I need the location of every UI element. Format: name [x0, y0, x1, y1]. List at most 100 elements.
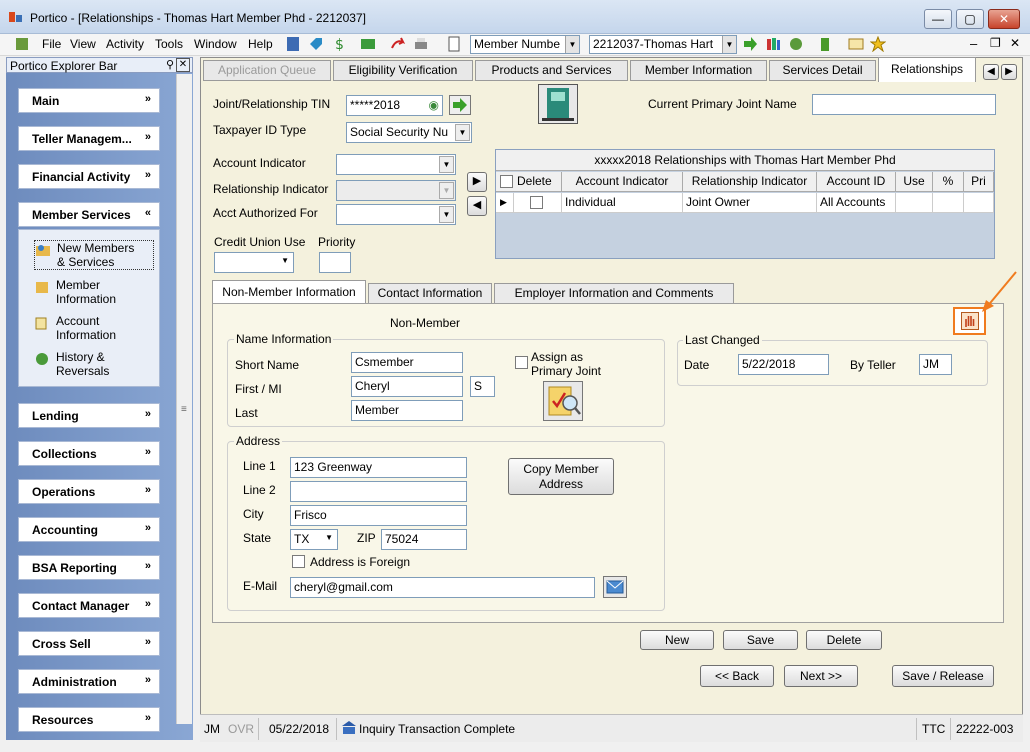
- last-name-input[interactable]: Member: [351, 400, 463, 421]
- current-primary-input[interactable]: [812, 94, 996, 115]
- eye-icon[interactable]: ◉: [429, 98, 439, 112]
- grid-header-pri[interactable]: Pri: [964, 172, 994, 192]
- row-pri[interactable]: [964, 193, 994, 213]
- tab-relationships[interactable]: Relationships: [878, 57, 976, 82]
- remove-relationship-button[interactable]: ◀: [467, 196, 487, 216]
- minimize-button[interactable]: —: [924, 9, 952, 29]
- row-selector-icon[interactable]: ▶: [496, 193, 514, 213]
- grid-header-account-indicator[interactable]: Account Indicator: [562, 172, 683, 192]
- nav-item-new-members[interactable]: New Members & Services: [34, 240, 154, 270]
- nav-group-accounting[interactable]: Accounting »: [18, 517, 160, 542]
- save-button[interactable]: Save: [723, 630, 798, 650]
- explorer-splitter[interactable]: ≡: [176, 74, 192, 724]
- star-icon[interactable]: [870, 36, 886, 52]
- nav-group-lending[interactable]: Lending »: [18, 403, 160, 428]
- menu-view[interactable]: View: [70, 37, 96, 51]
- menu-activity[interactable]: Activity: [106, 37, 144, 51]
- new-document-icon[interactable]: [446, 36, 462, 52]
- grid-header-use[interactable]: Use: [896, 172, 933, 192]
- subtab-contact-information[interactable]: Contact Information: [368, 283, 492, 304]
- tag-icon[interactable]: [308, 36, 324, 52]
- envelope-icon[interactable]: [848, 36, 864, 52]
- row-delete-cell[interactable]: [514, 193, 562, 213]
- tab-scroll-left-icon[interactable]: ◀: [983, 64, 999, 80]
- select-all-checkbox[interactable]: [500, 175, 513, 188]
- row-delete-checkbox[interactable]: [530, 196, 543, 209]
- app-menu-icon[interactable]: [14, 36, 30, 52]
- assign-primary-checkbox[interactable]: [515, 356, 528, 369]
- address-line2-input[interactable]: [290, 481, 467, 502]
- email-input[interactable]: cheryl@gmail.com: [290, 577, 595, 598]
- middle-initial-input[interactable]: S: [470, 376, 495, 397]
- address-line1-input[interactable]: 123 Greenway: [290, 457, 467, 478]
- explorer-close-icon[interactable]: ✕: [176, 58, 190, 72]
- email-send-icon[interactable]: [603, 576, 627, 598]
- add-relationship-button[interactable]: ▶: [467, 172, 487, 192]
- nav-item-account-information[interactable]: Account Information: [34, 314, 154, 344]
- mdi-minimize-button[interactable]: –: [970, 36, 977, 51]
- nav-group-resources[interactable]: Resources »: [18, 707, 160, 732]
- nav-group-administration[interactable]: Administration »: [18, 669, 160, 694]
- subtab-non-member-information[interactable]: Non-Member Information: [212, 280, 366, 304]
- nav-group-collections[interactable]: Collections »: [18, 441, 160, 466]
- next-button[interactable]: Next >>: [784, 665, 858, 687]
- calculator-icon[interactable]: [285, 36, 301, 52]
- grid-header-percent[interactable]: %: [933, 172, 964, 192]
- relationship-indicator-select[interactable]: ▼: [336, 180, 456, 201]
- tab-member-information[interactable]: Member Information: [630, 60, 767, 81]
- nav-group-member-services[interactable]: Member Services «: [18, 202, 160, 227]
- nav-group-operations[interactable]: Operations »: [18, 479, 160, 504]
- pin-icon[interactable]: ⚲: [166, 58, 174, 71]
- member-select[interactable]: 2212037-Thomas Hart ▼: [589, 35, 737, 54]
- grid-header-account-id[interactable]: Account ID: [817, 172, 896, 192]
- save-release-button[interactable]: Save / Release: [892, 665, 994, 687]
- row-percent[interactable]: [933, 193, 964, 213]
- short-name-input[interactable]: Csmember: [351, 352, 463, 373]
- tab-products-services[interactable]: Products and Services: [475, 60, 628, 81]
- go-arrow-icon[interactable]: [742, 36, 758, 52]
- subtab-employer-information[interactable]: Employer Information and Comments: [494, 283, 734, 304]
- close-button[interactable]: ✕: [988, 9, 1020, 29]
- nav-group-main[interactable]: Main »: [18, 88, 160, 113]
- dollar-icon[interactable]: $: [332, 36, 348, 52]
- menu-help[interactable]: Help: [248, 37, 273, 51]
- menu-window[interactable]: Window: [194, 37, 237, 51]
- priority-input[interactable]: [319, 252, 351, 273]
- delete-button[interactable]: Delete: [806, 630, 882, 650]
- nav-group-teller-management[interactable]: Teller Managem... »: [18, 126, 160, 151]
- address-foreign-checkbox[interactable]: [292, 555, 305, 568]
- search-type-select[interactable]: Member Numbe ▼: [470, 35, 580, 54]
- nav-group-cross-sell[interactable]: Cross Sell »: [18, 631, 160, 656]
- teller-input[interactable]: JM: [919, 354, 952, 375]
- taxid-type-select[interactable]: Social Security Nu ▼: [346, 122, 472, 143]
- nav-item-member-information[interactable]: Member Information: [34, 278, 154, 308]
- nav-group-bsa-reporting[interactable]: BSA Reporting »: [18, 555, 160, 580]
- tin-input[interactable]: *****2018 ◉: [346, 95, 443, 116]
- battery-icon[interactable]: [817, 36, 833, 52]
- copy-member-address-button[interactable]: Copy Member Address: [508, 458, 614, 495]
- printer-icon[interactable]: [413, 36, 429, 52]
- zip-input[interactable]: 75024: [381, 529, 467, 550]
- account-indicator-select[interactable]: ▼: [336, 154, 456, 175]
- back-button[interactable]: << Back: [700, 665, 774, 687]
- cash-icon[interactable]: [360, 36, 376, 52]
- row-account-indicator[interactable]: Individual: [562, 193, 683, 213]
- atm-machine-icon[interactable]: [538, 84, 578, 124]
- cu-use-select[interactable]: ▼: [214, 252, 294, 273]
- tab-scroll-right-icon[interactable]: ▶: [1001, 64, 1017, 80]
- acct-authorized-select[interactable]: ▼: [336, 204, 456, 225]
- redo-arrow-icon[interactable]: [390, 36, 406, 52]
- nav-item-history-reversals[interactable]: History & Reversals: [34, 350, 154, 380]
- tab-application-queue[interactable]: Application Queue: [203, 60, 331, 81]
- books-icon[interactable]: [765, 36, 781, 52]
- city-input[interactable]: Frisco: [290, 505, 467, 526]
- menu-tools[interactable]: Tools: [155, 37, 183, 51]
- maximize-button[interactable]: ▢: [956, 9, 984, 29]
- mdi-close-button[interactable]: ✕: [1010, 36, 1020, 50]
- row-use[interactable]: [896, 193, 933, 213]
- nav-group-financial-activity[interactable]: Financial Activity »: [18, 164, 160, 189]
- grid-header-delete[interactable]: Delete: [496, 172, 562, 192]
- tab-services-detail[interactable]: Services Detail: [769, 60, 876, 81]
- go-arrow-icon[interactable]: [449, 95, 471, 115]
- state-select[interactable]: TX ▼: [290, 529, 338, 550]
